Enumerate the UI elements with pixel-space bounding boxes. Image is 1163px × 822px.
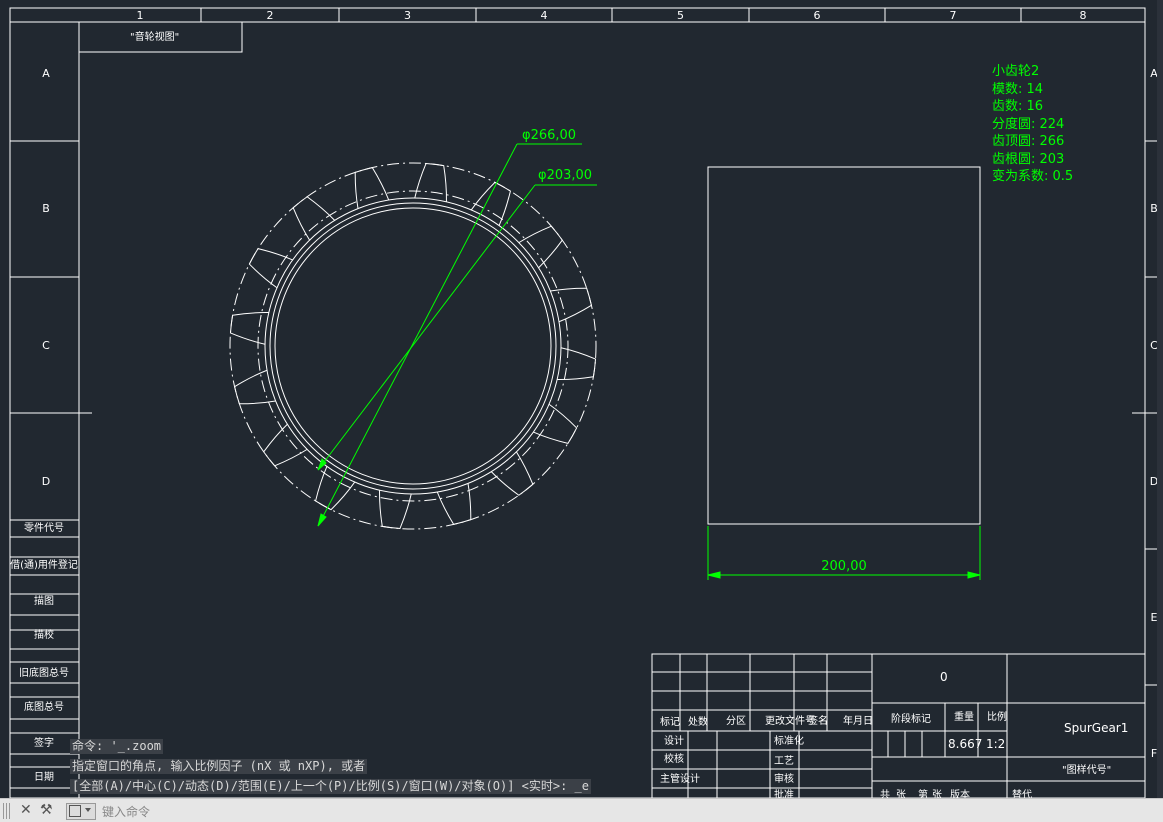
command-history-line: [全部(A)/中心(C)/动态(D)/范围(E)/上一个(P)/比例(S)/窗口… (70, 779, 591, 794)
left-strip-label: 描校 (34, 628, 54, 641)
tb-role: 校核 (664, 752, 684, 765)
corner-label: "音轮视图" (130, 30, 179, 43)
column-number: 6 (814, 9, 821, 22)
gear-tooth (248, 248, 293, 289)
tb-bottom-label: 替代 (1012, 788, 1032, 798)
gear-tooth (436, 483, 472, 525)
gear-tooth (234, 369, 276, 405)
gear-info-line: 模数: 14 (992, 82, 1043, 97)
row-letter-left: B (42, 202, 50, 215)
column-number: 4 (541, 9, 548, 22)
dim-text-root: φ203,00 (538, 168, 592, 183)
arrowhead (317, 513, 327, 527)
tb-label: 处数 (688, 715, 708, 728)
column-number: 8 (1080, 9, 1087, 22)
gear-info-line: 齿数: 16 (992, 99, 1043, 114)
tb-stage-label: 阶段标记 (891, 712, 931, 725)
tb-bottom-label: 第 (918, 788, 928, 798)
row-letter-left: C (42, 339, 50, 352)
left-strip-label: 底图总号 (24, 700, 64, 713)
gear-tooth (292, 196, 336, 241)
tb-label: 标记 (660, 716, 680, 728)
command-history-line: 命令: '_.zoom (70, 739, 164, 754)
dimension-outer (317, 143, 582, 527)
tb-bottom-label: 张 (896, 789, 906, 798)
command-history-line: 指定窗口的角点, 输入比例因子 (nX 或 nXP), 或者 (70, 759, 368, 774)
close-icon[interactable]: ✕ (20, 801, 32, 819)
left-strip-label: 借(通)用件登记 (10, 558, 78, 571)
drawing-canvas[interactable]: 1122334455667788 零件代号借(通)用件登记描图描校旧底图总号底图… (0, 0, 1163, 798)
tb-part-name: SpurGear1 (1064, 721, 1128, 735)
outer-border (9, 7, 1146, 798)
gear-info-line: 变为系数: 0.5 (992, 168, 1073, 184)
gear-tooth (315, 466, 356, 511)
column-number: 1 (137, 9, 144, 22)
tb-label: 签名 (808, 714, 828, 727)
gear-tooth (557, 347, 597, 380)
tb-role: 设计 (664, 734, 684, 747)
vertical-scrollbar[interactable] (1157, 0, 1163, 798)
column-number: 3 (404, 9, 411, 22)
dimension-line-root (317, 184, 536, 471)
command-input[interactable] (100, 802, 1124, 821)
gear-tooth (229, 312, 269, 345)
dim-text-width: 200,00 (821, 559, 867, 574)
left-strip-label: 描图 (34, 594, 54, 607)
tb-role: 审核 (774, 772, 794, 785)
gear-tooth (263, 423, 308, 467)
row-letter-left: D (42, 475, 50, 488)
column-number: 7 (950, 9, 957, 22)
title-block-text: 标记 处数 分区 更改文件号 签名 年月日 设计 校核 主管设计 标准化 工艺 … (660, 670, 1128, 798)
gear-info-line: 齿根圆: 203 (992, 152, 1064, 167)
tb-weight-value: 8.667 (948, 737, 982, 751)
left-strip-label: 零件代号 (24, 522, 64, 534)
gear-tooth (414, 162, 447, 202)
gear-tooth (518, 225, 563, 269)
gear-tooth (354, 167, 390, 209)
left-strip-label: 旧底图总号 (19, 666, 69, 679)
command-line-bar: ✕ ⚒ (0, 798, 1163, 822)
gear-side-view (707, 166, 981, 525)
column-number: 2 (267, 9, 274, 22)
tb-role: 工艺 (774, 755, 794, 767)
tb-bottom-label: 共 (880, 789, 890, 798)
tb-role: 标准化 (774, 734, 804, 747)
left-strip-label: 日期 (34, 771, 54, 783)
command-prompt-icon[interactable] (66, 803, 96, 820)
gear-info-line: 齿顶圆: 266 (992, 134, 1064, 149)
column-number: 5 (677, 9, 684, 22)
gear-tooth (550, 287, 592, 323)
gear-tooth (533, 403, 578, 444)
gear-tooth (490, 451, 534, 496)
tb-bottom-label: 张 (932, 789, 942, 798)
dim-text-outer: φ266,00 (522, 128, 576, 143)
drag-grip-icon[interactable] (3, 803, 11, 819)
tb-role: 主管设计 (660, 772, 700, 785)
tb-scale-label: 比例 (987, 710, 1007, 723)
tb-weight-label: 重量 (954, 710, 974, 723)
tb-drawing-code: "图样代号" (1062, 763, 1111, 776)
gear-info-title: 小齿轮2 (992, 64, 1039, 79)
gear-info-block: 小齿轮2 模数: 14 齿数: 16 分度圆: 224 齿顶圆: 266 齿根圆… (992, 64, 1073, 184)
tb-label: 年月日 (843, 714, 873, 727)
left-strip-label: 签字 (34, 736, 54, 749)
row-letter-left: A (42, 67, 50, 80)
inner-border (78, 21, 1146, 798)
tb-material: 0 (940, 670, 948, 684)
tb-scale-value: 1:2 (986, 737, 1005, 751)
gear-tooth (379, 490, 412, 530)
tb-label: 分区 (726, 715, 746, 727)
wrench-icon[interactable]: ⚒ (40, 801, 53, 819)
gear-tooth (470, 181, 511, 226)
tb-bottom-label: 版本 (950, 788, 970, 798)
tb-role: 批准 (774, 788, 794, 798)
gear-info-line: 分度圆: 224 (992, 116, 1064, 132)
